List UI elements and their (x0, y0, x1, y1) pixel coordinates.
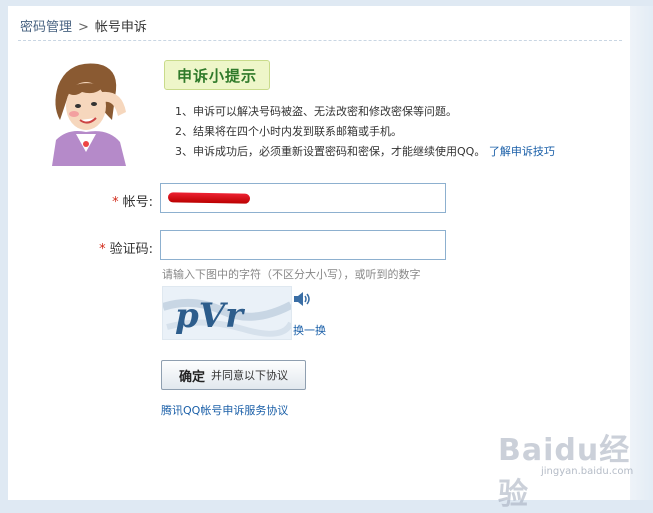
breadcrumb-current: 帐号申诉 (94, 20, 147, 35)
appeal-tips-link[interactable]: 了解申诉技巧 (489, 145, 555, 158)
captcha-image[interactable]: pVr (161, 286, 294, 340)
captcha-label: * 验证码: (73, 238, 153, 257)
required-mark: * (112, 195, 119, 210)
header-divider (18, 40, 622, 41)
redaction-scribble (167, 192, 251, 204)
tip-item: 2、结果将在四个小时内发到联系邮箱或手机。 (175, 125, 402, 138)
tip-item-text: 3、申诉成功后，必须重新设置密码和密保，才能继续使用QQ。 (175, 145, 486, 158)
captcha-text: pVr (175, 296, 245, 336)
captcha-input[interactable] (160, 230, 446, 260)
breadcrumb-separator: > (78, 20, 89, 35)
captcha-label-text: 验证码: (109, 242, 153, 257)
cartoon-girl-illustration (52, 63, 126, 166)
tips-title: 申诉小提示 (164, 60, 270, 90)
submit-label: 确定 (178, 369, 205, 385)
tip-item: 1、申诉可以解决号码被盗、无法改密和修改密保等问题。 (175, 105, 457, 118)
tip-item: 3、申诉成功后，必须重新设置密码和密保，才能继续使用QQ。 了解申诉技巧 (175, 142, 555, 162)
tips-list: 1、申诉可以解决号码被盗、无法改密和修改密保等问题。 2、结果将在四个小时内发到… (175, 102, 555, 162)
breadcrumb: 密码管理 > 帐号申诉 (20, 16, 147, 35)
required-mark: * (99, 242, 106, 257)
account-label-text: 帐号: (122, 195, 153, 210)
captcha-hint: 请输入下图中的字符（不区分大小写），或听到的数字 (162, 268, 421, 281)
refresh-captcha-link[interactable]: 换一换 (293, 322, 326, 338)
speaker-icon[interactable] (292, 290, 312, 308)
submit-button[interactable]: 确定 并同意以下协议 (161, 360, 306, 390)
breadcrumb-parent-link[interactable]: 密码管理 (20, 20, 72, 35)
agreement-link[interactable]: 腾讯QQ帐号申诉服务协议 (161, 402, 288, 418)
account-label: * 帐号: (73, 191, 153, 210)
captcha-graphic: pVr (161, 296, 294, 337)
submit-sublabel: 并同意以下协议 (211, 369, 288, 382)
watermark-url: jingyan.baidu.com (541, 466, 634, 477)
